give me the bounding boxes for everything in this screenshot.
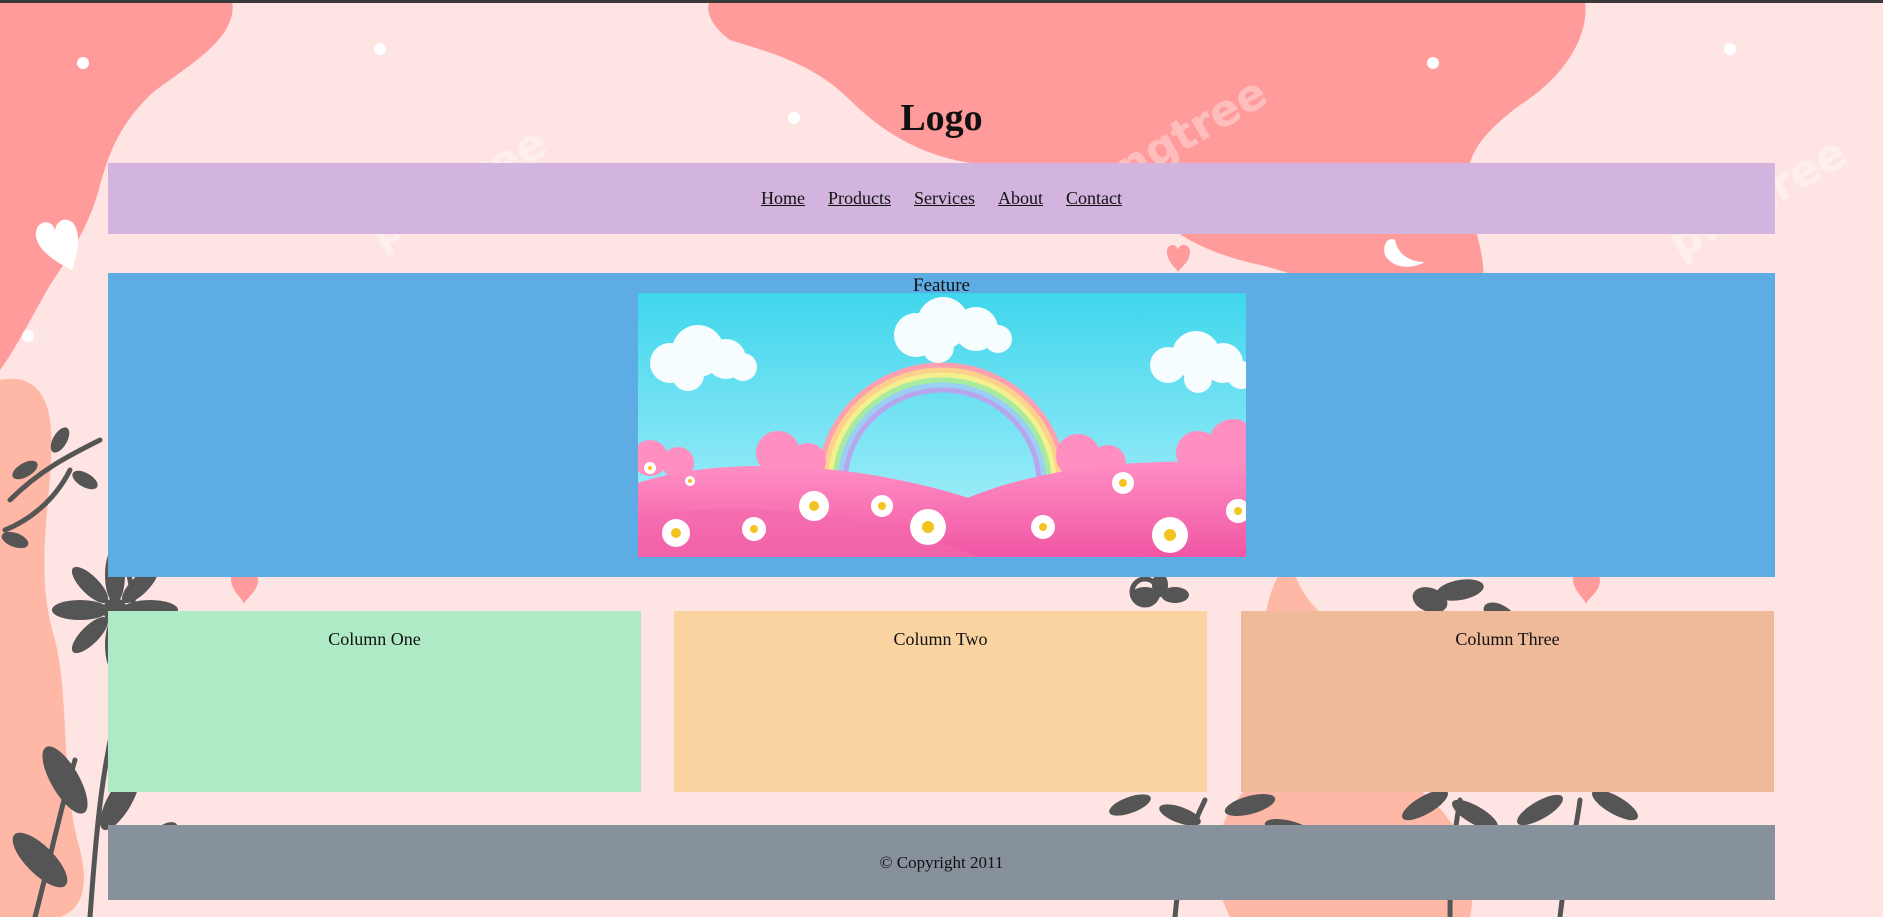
window-top-border <box>0 0 1883 3</box>
nav-link-home[interactable]: Home <box>761 188 805 209</box>
column-three-label: Column Three <box>1455 629 1560 649</box>
page-footer: © Copyright 2011 <box>108 825 1775 900</box>
nav-link-services[interactable]: Services <box>914 188 975 209</box>
copyright-text: © Copyright 2011 <box>879 852 1004 872</box>
column-two-label: Column Two <box>893 629 988 649</box>
feature-section: Feature <box>108 273 1775 577</box>
column-three: Column Three <box>1241 611 1774 792</box>
site-logo[interactable]: Logo <box>0 96 1883 140</box>
main-navigation: Home Products Services About Contact <box>108 163 1775 234</box>
column-two: Column Two <box>674 611 1207 792</box>
nav-link-about[interactable]: About <box>998 188 1043 209</box>
column-one: Column One <box>108 611 641 792</box>
nav-link-products[interactable]: Products <box>828 188 891 209</box>
column-one-label: Column One <box>328 629 421 649</box>
nav-link-contact[interactable]: Contact <box>1066 188 1122 209</box>
feature-image <box>638 293 1246 557</box>
